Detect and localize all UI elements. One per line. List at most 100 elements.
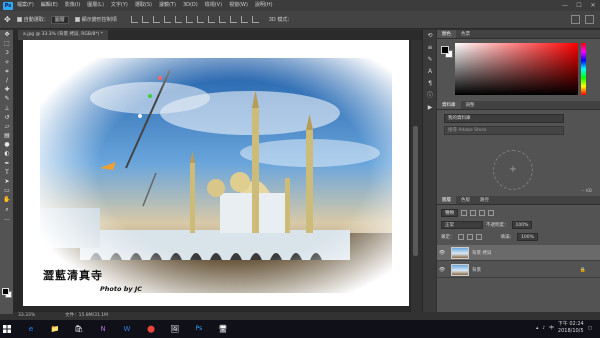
- chrome-app-icon[interactable]: ⬤: [144, 322, 158, 336]
- menu-type[interactable]: 文字(Y): [111, 0, 128, 11]
- character-icon[interactable]: A: [423, 66, 437, 78]
- search-icon[interactable]: [571, 15, 580, 24]
- photos-app-icon[interactable]: 🖼: [168, 322, 182, 336]
- distribute-middle-icon[interactable]: [207, 16, 215, 23]
- menu-layer[interactable]: 圖層(L): [87, 0, 104, 11]
- tab-channels[interactable]: 色版: [456, 196, 475, 204]
- info-icon[interactable]: ⓘ: [423, 90, 437, 102]
- menu-image[interactable]: 影像(I): [65, 0, 80, 11]
- move-tool-icon[interactable]: ✥: [4, 15, 11, 24]
- magic-wand-icon[interactable]: ✧: [0, 58, 14, 67]
- eyedropper-icon[interactable]: ∕: [0, 76, 14, 85]
- tab-color[interactable]: 顏色: [437, 30, 456, 38]
- menu-help[interactable]: 說明(H): [255, 0, 273, 11]
- hue-slider[interactable]: [581, 43, 586, 95]
- add-content-icon[interactable]: +: [493, 150, 533, 190]
- network-icon[interactable]: ▴: [536, 326, 538, 331]
- maximize-icon[interactable]: ☐: [572, 0, 586, 11]
- menu-select[interactable]: 選取(S): [135, 0, 152, 11]
- align-top-icon[interactable]: [130, 16, 138, 23]
- filter-adjust-icon[interactable]: [470, 209, 476, 216]
- filter-shape-icon[interactable]: [488, 209, 494, 216]
- crop-tool-icon[interactable]: ⌗: [0, 67, 14, 76]
- distribute-top-icon[interactable]: [196, 16, 204, 23]
- onenote-app-icon[interactable]: N: [96, 322, 110, 336]
- volume-icon[interactable]: ♪: [542, 326, 545, 331]
- paragraph-icon[interactable]: ¶: [423, 78, 437, 90]
- tab-paths[interactable]: 路徑: [475, 196, 494, 204]
- align-middle-icon[interactable]: [141, 16, 149, 23]
- actions-icon[interactable]: ▶: [423, 102, 437, 114]
- brush-preset-icon[interactable]: ✎: [423, 54, 437, 66]
- scroll-thumb[interactable]: [413, 126, 418, 256]
- menu-window[interactable]: 視窗(W): [229, 0, 248, 11]
- kind-filter-dropdown[interactable]: 種類: [441, 208, 458, 217]
- brush-tool-icon[interactable]: ✎: [0, 94, 14, 103]
- lock-position-icon[interactable]: [466, 233, 473, 240]
- start-button[interactable]: [0, 320, 14, 338]
- shape-tool-icon[interactable]: ▭: [0, 186, 14, 195]
- blend-mode-dropdown[interactable]: 正常: [441, 220, 483, 229]
- input-language[interactable]: 中: [549, 325, 554, 331]
- distribute-bottom-icon[interactable]: [218, 16, 226, 23]
- foreground-color[interactable]: [2, 288, 9, 295]
- align-left-icon[interactable]: [163, 16, 171, 23]
- healing-brush-icon[interactable]: ✚: [0, 85, 14, 94]
- tab-swatches[interactable]: 色票: [456, 30, 475, 38]
- type-tool-icon[interactable]: T: [0, 168, 14, 177]
- show-transform-checkbox[interactable]: [74, 17, 80, 22]
- align-bottom-icon[interactable]: [152, 16, 160, 23]
- gradient-tool-icon[interactable]: ▤: [0, 131, 14, 140]
- filter-pixel-icon[interactable]: [461, 209, 467, 216]
- color-swatches[interactable]: [2, 288, 12, 298]
- auto-select-dropdown[interactable]: 圖層: [50, 15, 69, 24]
- distribute-right-icon[interactable]: [251, 16, 259, 23]
- dodge-tool-icon[interactable]: ◐: [0, 149, 14, 158]
- lock-pixels-icon[interactable]: [457, 233, 464, 240]
- menu-filter[interactable]: 濾鏡(T): [159, 0, 176, 11]
- minimize-icon[interactable]: —: [558, 0, 572, 11]
- visibility-eye-icon[interactable]: 👁: [437, 267, 447, 273]
- marquee-tool-icon[interactable]: ⬚: [0, 39, 14, 48]
- edge-app-icon[interactable]: e: [24, 322, 38, 336]
- photoshop-app-icon[interactable]: Ps: [192, 322, 206, 336]
- distribute-left-icon[interactable]: [229, 16, 237, 23]
- document-canvas[interactable]: 澀藍清真寺 Photo by JC: [23, 40, 409, 306]
- library-search-input[interactable]: 搜尋 Adobe Stock: [444, 126, 564, 135]
- tab-libraries[interactable]: 資料庫: [437, 101, 461, 109]
- zoom-tool-icon[interactable]: ⌕: [0, 205, 14, 214]
- filter-type-icon[interactable]: [479, 209, 485, 216]
- remote-desktop-icon[interactable]: 🖥: [216, 322, 230, 336]
- workspace-icon[interactable]: [585, 15, 594, 24]
- lasso-tool-icon[interactable]: ↄ: [0, 48, 14, 57]
- eraser-tool-icon[interactable]: ▱: [0, 122, 14, 131]
- vertical-scrollbar[interactable]: [411, 40, 420, 312]
- hand-tool-icon[interactable]: ✋: [0, 195, 14, 204]
- notification-icon[interactable]: ▢: [588, 326, 592, 331]
- layer-row[interactable]: 👁 背景 拷貝: [437, 245, 600, 261]
- move-tool-icon[interactable]: ✥: [0, 30, 14, 39]
- history-brush-icon[interactable]: ↺: [0, 113, 14, 122]
- distribute-center-icon[interactable]: [240, 16, 248, 23]
- fill-field[interactable]: 100%: [517, 232, 538, 241]
- blur-tool-icon[interactable]: ●: [0, 140, 14, 149]
- clone-stamp-icon[interactable]: ⊥: [0, 104, 14, 113]
- pen-tool-icon[interactable]: ✒: [0, 159, 14, 168]
- close-icon[interactable]: ✕: [586, 0, 600, 11]
- menu-edit[interactable]: 編輯(E): [41, 0, 58, 11]
- word-app-icon[interactable]: W: [120, 322, 134, 336]
- path-select-icon[interactable]: ➤: [0, 177, 14, 186]
- tab-adjustments[interactable]: 調整: [461, 101, 480, 109]
- foreground-swatch[interactable]: [441, 46, 449, 54]
- color-picker-field[interactable]: [455, 43, 578, 95]
- layer-row[interactable]: 👁 背景 🔒: [437, 262, 600, 278]
- visibility-eye-icon[interactable]: 👁: [437, 250, 447, 256]
- more-tools-icon[interactable]: …: [0, 214, 14, 223]
- menu-file[interactable]: 檔案(F): [17, 0, 34, 11]
- menu-3d[interactable]: 3D(D): [183, 0, 198, 11]
- align-right-icon[interactable]: [185, 16, 193, 23]
- menu-view[interactable]: 檢視(V): [205, 0, 222, 11]
- file-explorer-icon[interactable]: 📁: [48, 322, 62, 336]
- zoom-level[interactable]: 33.33%: [18, 312, 35, 320]
- tab-layers[interactable]: 圖層: [437, 196, 456, 204]
